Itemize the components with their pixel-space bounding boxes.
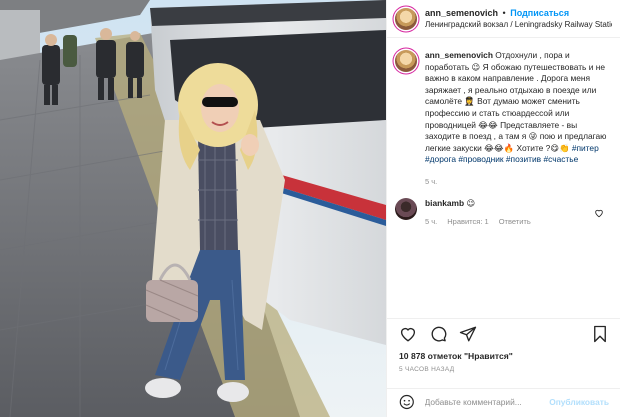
commenter-avatar[interactable] [395, 197, 417, 220]
comment-heart-icon[interactable] [594, 208, 604, 218]
caption: ann_semenovich Отдохнули , пора и порабо… [425, 50, 609, 188]
likes-count[interactable]: 10 878 отметок "Нравится" [387, 343, 620, 361]
caption-text: Отдохнули , пора и поработать 😉 Я обожаю… [425, 50, 607, 153]
caption-username[interactable]: ann_semenovich [425, 50, 493, 60]
like-heart-icon[interactable] [399, 325, 417, 343]
commenter-username[interactable]: biankamb [425, 198, 464, 208]
instagram-post: ann_semenovich • Подписаться Ленинградск… [0, 0, 620, 417]
post-photo[interactable] [0, 0, 386, 417]
add-comment-bar: Опубликовать [387, 388, 620, 414]
comment-item: biankamb 😉 5 ч. Нравится: 1 Ответить [387, 188, 620, 226]
comment-likes[interactable]: Нравится: 1 [447, 217, 488, 226]
caption-block: ann_semenovich Отдохнули , пора и порабо… [387, 38, 620, 188]
caption-time[interactable]: 5 ч. [425, 176, 609, 188]
reply-button[interactable]: Ответить [499, 217, 531, 226]
emoji-smiley-icon[interactable] [399, 394, 415, 410]
share-paper-plane-icon[interactable] [459, 325, 477, 343]
comment-bubble-icon[interactable] [429, 325, 447, 343]
post-timestamp[interactable]: 5 часов назад [387, 361, 620, 373]
separator-dot: • [502, 8, 506, 18]
post-details-panel: ann_semenovich • Подписаться Ленинградск… [386, 0, 620, 417]
author-username[interactable]: ann_semenovich [425, 8, 498, 18]
post-actions: 10 878 отметок "Нравится" 5 часов назад … [387, 318, 620, 414]
comment-text: 😉 [466, 197, 476, 208]
bookmark-icon[interactable] [591, 325, 609, 343]
comment-time[interactable]: 5 ч. [425, 217, 437, 226]
comment-input[interactable] [424, 396, 550, 407]
post-image [0, 0, 386, 417]
location-link[interactable]: Ленинградский вокзал / Leningradsky Rail… [425, 20, 612, 29]
post-header: ann_semenovich • Подписаться Ленинградск… [387, 0, 620, 38]
caption-author-avatar[interactable] [395, 50, 417, 72]
publish-button[interactable]: Опубликовать [549, 397, 609, 407]
follow-button[interactable]: Подписаться [510, 8, 569, 18]
author-avatar[interactable] [395, 7, 417, 30]
